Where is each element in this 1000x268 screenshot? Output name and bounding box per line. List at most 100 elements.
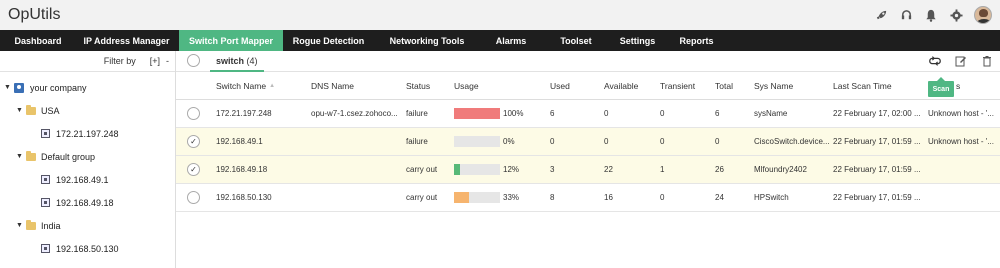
company-icon: [14, 82, 24, 93]
col-dns-name[interactable]: DNS Name: [311, 72, 401, 99]
tree-group-default[interactable]: ▼ Default group: [0, 145, 175, 168]
user-avatar[interactable]: [974, 6, 992, 24]
tree-group-india[interactable]: ▼ India: [0, 214, 175, 237]
nav-reports[interactable]: Reports: [665, 30, 728, 51]
collapse-all-button[interactable]: -: [166, 56, 169, 66]
bell-icon[interactable]: [924, 8, 938, 22]
col-switch-name[interactable]: Switch Name ▲: [216, 72, 306, 99]
cell-used: 3: [550, 165, 555, 174]
gear-icon[interactable]: [949, 8, 963, 22]
table-row[interactable]: 172.21.197.248 opu-w7-1.csez.zohoco... fai…: [176, 100, 1000, 128]
select-all-checkbox[interactable]: [187, 54, 200, 67]
nav-dashboard[interactable]: Dashboard: [2, 30, 74, 51]
row-checkbox[interactable]: [187, 107, 200, 120]
tree-root-label: your company: [30, 82, 87, 93]
switch-device-icon: [41, 244, 50, 253]
cell-usage: 33%: [454, 184, 546, 211]
tree-device-label: 192.168.49.18: [56, 197, 114, 208]
usage-bar-fill: [454, 108, 500, 119]
cell-total: 26: [715, 165, 724, 174]
rocket-icon[interactable]: [874, 8, 888, 22]
filter-by-label[interactable]: Filter by: [104, 56, 136, 66]
cell-sys-name: CiscoSwitch.device...: [754, 137, 830, 146]
nav-toolset[interactable]: Toolset: [542, 30, 610, 51]
sort-asc-icon[interactable]: ▲: [269, 83, 275, 89]
cell-switch-name[interactable]: 192.168.50.130: [216, 184, 306, 211]
cell-last-scan: 22 February 17, 01:59 ...: [833, 165, 921, 174]
cell-sys-name: sysName: [754, 109, 788, 118]
folder-icon: [26, 150, 36, 161]
collapse-arrow-icon[interactable]: ▼: [16, 107, 26, 114]
tree-group-usa[interactable]: ▼ USA: [0, 99, 175, 122]
collapse-arrow-icon[interactable]: ▼: [4, 84, 14, 91]
tree-group-label: USA: [41, 105, 60, 116]
app-title: OpUtils: [8, 6, 61, 23]
usage-percent: 0%: [503, 137, 515, 146]
col-usage[interactable]: Usage: [454, 72, 514, 99]
tree-device[interactable]: 172.21.197.248: [0, 122, 175, 145]
usage-percent: 33%: [503, 193, 520, 202]
col-used[interactable]: Used: [550, 72, 590, 99]
tree-group-label: Default group: [41, 151, 96, 162]
cell-dns: [311, 156, 401, 183]
list-tab-row: switch (4): [176, 51, 1000, 72]
switch-list-panel: switch (4) Scan Switch Name ▲ DNS Name St…: [176, 51, 1000, 268]
col-total[interactable]: Total: [715, 72, 755, 99]
col-transient[interactable]: Transient: [660, 72, 710, 99]
collapse-arrow-icon[interactable]: ▼: [16, 153, 26, 160]
edit-icon[interactable]: [954, 54, 968, 68]
cell-switch-name[interactable]: 192.168.49.1: [216, 128, 306, 155]
collapse-arrow-icon[interactable]: ▼: [16, 222, 26, 229]
cell-last-scan: 22 February 17, 01:59 ...: [833, 193, 921, 202]
nav-switch-port-mapper[interactable]: Switch Port Mapper: [179, 30, 283, 51]
cell-switch-name[interactable]: 192.168.49.18: [216, 156, 306, 183]
row-checkbox[interactable]: [187, 191, 200, 204]
tree-device[interactable]: 192.168.49.1: [0, 168, 175, 191]
cell-switch-name[interactable]: 172.21.197.248: [216, 100, 306, 127]
col-status[interactable]: Status: [406, 72, 451, 99]
main-nav: Dashboard IP Address Manager Switch Port…: [0, 30, 1000, 51]
cell-last-scan: 22 February 17, 02:00 ...: [833, 109, 921, 118]
usage-bar: [454, 136, 500, 147]
nav-networking-tools[interactable]: Networking Tools: [374, 30, 480, 51]
table-row[interactable]: 192.168.50.130 carry out 33% 8 16 0 24 HPSwitch…: [176, 184, 1000, 212]
tab-switch[interactable]: switch (4): [210, 51, 264, 72]
usage-bar-fill: [454, 164, 460, 175]
row-checkbox[interactable]: ✓: [187, 135, 200, 148]
expand-all-button[interactable]: [+]: [150, 56, 160, 66]
col-last-scan-time[interactable]: Last Scan Time: [833, 72, 923, 99]
tree-device-label: 192.168.50.130: [56, 243, 119, 254]
nav-rogue-detection[interactable]: Rogue Detection: [283, 30, 374, 51]
tree-root[interactable]: ▼ your company: [0, 76, 175, 99]
nav-ip-address-manager[interactable]: IP Address Manager: [74, 30, 179, 51]
trash-icon[interactable]: [980, 54, 994, 68]
headset-icon[interactable]: [899, 8, 913, 22]
cell-used: 0: [550, 137, 555, 146]
cell-transient: 1: [660, 165, 665, 174]
refresh-scan-icon[interactable]: [928, 54, 942, 68]
top-bar: OpUtils: [0, 0, 1000, 30]
cell-available: 16: [604, 193, 613, 202]
nav-settings[interactable]: Settings: [610, 30, 665, 51]
tree-device-label: 192.168.49.1: [56, 174, 109, 185]
cell-usage: 100%: [454, 100, 546, 127]
folder-icon: [26, 219, 36, 230]
col-available[interactable]: Available: [604, 72, 654, 99]
table-row[interactable]: ✓ 192.168.49.18 carry out 12% 3 22 1 26 Mlfoundr…: [176, 156, 1000, 184]
tree-group-label: India: [41, 220, 61, 231]
toolbar: [928, 54, 994, 68]
col-extra[interactable]: s: [956, 72, 976, 99]
cell-last-scan: 22 February 17, 01:59 ...: [833, 137, 921, 146]
col-sys-name[interactable]: Sys Name: [754, 72, 824, 99]
nav-alarms[interactable]: Alarms: [480, 30, 542, 51]
tree-device[interactable]: 192.168.50.130: [0, 237, 175, 260]
cell-used: 8: [550, 193, 555, 202]
row-checkbox[interactable]: ✓: [187, 163, 200, 176]
cell-dns: [311, 128, 401, 155]
tree-device[interactable]: 192.168.49.18: [0, 191, 175, 214]
tree-device-label: 172.21.197.248: [56, 128, 119, 139]
cell-available: 0: [604, 137, 609, 146]
table-row[interactable]: ✓ 192.168.49.1 failure 0% 0 0 0 0 CiscoSwitch.de…: [176, 128, 1000, 156]
switch-device-icon: [41, 129, 50, 138]
tab-switch-label: switch: [216, 55, 245, 66]
